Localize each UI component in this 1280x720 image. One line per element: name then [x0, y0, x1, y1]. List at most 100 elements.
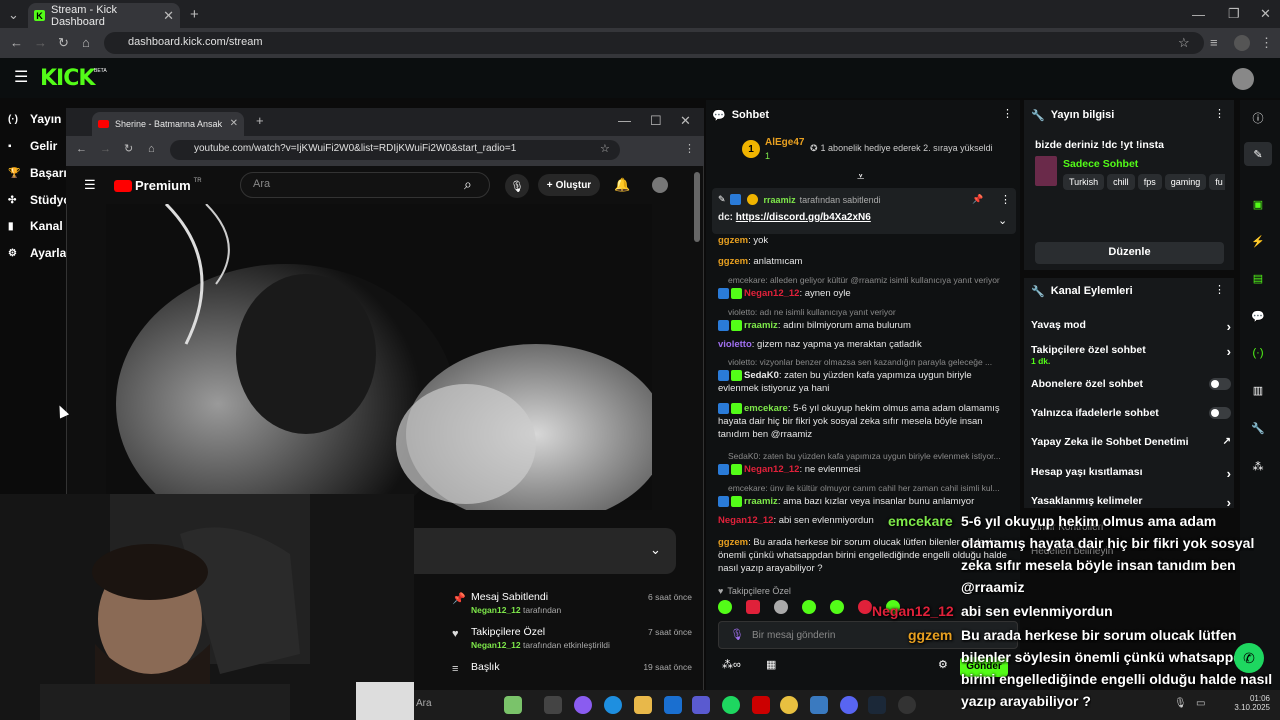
yt-maximize-icon[interactable]: ☐: [650, 114, 662, 127]
teams-icon[interactable]: [692, 696, 710, 714]
emote-picker-icon[interactable]: ⁂∞: [722, 660, 741, 671]
network-icon[interactable]: ▭: [1196, 698, 1205, 709]
pinned-by-user[interactable]: rraamiz: [764, 195, 796, 205]
nav-item-3[interactable]: ✣ Stüdyo: [8, 193, 71, 207]
yt-scrollbar[interactable]: [694, 172, 700, 242]
capture-icon[interactable]: ▣: [1244, 192, 1272, 216]
chat-username[interactable]: violetto: [718, 339, 752, 350]
chat-mic-icon[interactable]: 🎙: [730, 628, 744, 641]
chat-username[interactable]: ggzem: [718, 235, 748, 246]
browser-tab-kick[interactable]: K Stream - Kick Dashboard ✕: [28, 3, 180, 28]
copilot-icon[interactable]: [574, 696, 592, 714]
chat-username[interactable]: Negan12_12: [718, 515, 773, 526]
app-icon[interactable]: [810, 696, 828, 714]
yt-mic-icon[interactable]: 🎙: [505, 174, 529, 198]
emote-icon[interactable]: [746, 600, 760, 614]
top-user-name[interactable]: AlEge47: [765, 137, 804, 148]
chat-input[interactable]: Bir mesaj gönderin: [752, 630, 835, 641]
pinned-menu-icon[interactable]: ⋮: [1000, 195, 1011, 206]
emote-icon[interactable]: [802, 600, 816, 614]
channel-action-item[interactable]: Yavaş mod ›: [1031, 319, 1231, 341]
reload-icon[interactable]: ↻: [58, 36, 69, 49]
emote-icon[interactable]: [718, 600, 732, 614]
close-window-icon[interactable]: ✕: [1260, 7, 1271, 20]
emote-icon[interactable]: [858, 600, 872, 614]
chat-icon[interactable]: 💬: [1244, 304, 1272, 328]
chrome-icon[interactable]: [780, 696, 798, 714]
tag-chip[interactable]: Turkish: [1063, 174, 1105, 190]
yt-new-tab-icon[interactable]: +: [256, 114, 264, 127]
chat-username[interactable]: Negan12_12: [744, 464, 799, 475]
user-avatar[interactable]: [1232, 68, 1254, 90]
back-icon[interactable]: ←: [10, 36, 23, 49]
tag-chip[interactable]: gaming: [1164, 174, 1207, 190]
channel-action-item[interactable]: Takipçilere özel sohbet 1 dk. ›: [1031, 344, 1231, 366]
discord-icon[interactable]: [840, 696, 858, 714]
yt-guide-icon[interactable]: ☰: [84, 178, 96, 191]
tools-icon[interactable]: 🔧: [1244, 416, 1272, 440]
yt-video-player[interactable]: [106, 204, 652, 510]
forward-icon[interactable]: →: [34, 36, 47, 49]
spotify-icon[interactable]: [722, 696, 740, 714]
steam-icon[interactable]: [868, 696, 886, 714]
home-icon[interactable]: ⌂: [82, 36, 90, 49]
hamburger-menu-icon[interactable]: ☰: [14, 70, 28, 86]
channel-action-item[interactable]: Yalnızca ifadelerle sohbet: [1031, 407, 1231, 429]
stream-info-menu-icon[interactable]: ⋮: [1214, 109, 1225, 120]
toggle-switch[interactable]: [1209, 378, 1231, 390]
chat-settings-icon[interactable]: ⚙: [938, 660, 948, 671]
mic-tray-icon[interactable]: 🎙: [1174, 698, 1187, 709]
category-name[interactable]: Sadece Sohbet: [1063, 158, 1138, 170]
chat-username[interactable]: emcekare: [744, 403, 788, 414]
taskbar-search[interactable]: Ara: [416, 698, 432, 709]
yt-home-icon[interactable]: ⌂: [148, 144, 155, 155]
netflix-icon[interactable]: [752, 696, 770, 714]
tab-list-icon[interactable]: ⌄: [8, 8, 19, 21]
nav-item-4[interactable]: ▮ Kanal: [8, 219, 63, 233]
yt-expand-icon[interactable]: ⌄: [650, 543, 661, 556]
unpin-icon[interactable]: 📌: [972, 195, 983, 204]
yt-back-icon[interactable]: ←: [76, 144, 87, 155]
yt-close-tab-icon[interactable]: ✕: [230, 119, 238, 129]
yt-search-input[interactable]: Ara: [240, 172, 490, 198]
channel-action-item[interactable]: Abonelere özel sohbet: [1031, 378, 1231, 400]
yt-bookmark-icon[interactable]: ☆: [600, 144, 610, 155]
pencil-icon[interactable]: ✎: [1244, 142, 1272, 166]
new-tab-icon[interactable]: +: [190, 7, 199, 22]
kick-logo[interactable]: KICK: [40, 66, 95, 91]
activity-user[interactable]: Negan12_12: [471, 640, 521, 650]
collapse-icon[interactable]: ⩡: [857, 170, 864, 183]
chat-username[interactable]: rraamiz: [744, 320, 778, 331]
broadcast-icon[interactable]: (·): [1244, 341, 1272, 365]
reply-context[interactable]: violetto: adı ne isimli kullanıcıya yanı…: [718, 306, 1008, 319]
obs-icon[interactable]: [898, 696, 916, 714]
activity-user[interactable]: Negan12_12: [471, 605, 521, 615]
reply-context[interactable]: violetto: vizyonlar benzer olmazsa sen k…: [718, 356, 1008, 369]
yt-search-icon[interactable]: ⌕: [464, 177, 472, 191]
reply-context[interactable]: emcekare: ünv ile kültür olmuyor canım c…: [718, 482, 1008, 495]
yt-reload-icon[interactable]: ↻: [124, 144, 133, 155]
chat-username[interactable]: SedaK0: [744, 370, 779, 381]
media-controls-icon[interactable]: ≡: [1210, 36, 1218, 49]
browser-menu-icon[interactable]: ⋮: [1260, 36, 1273, 49]
chat-username[interactable]: rraamiz: [744, 496, 778, 507]
chat-username[interactable]: ggzem: [718, 537, 748, 548]
edit-button[interactable]: Düzenle: [1035, 242, 1224, 264]
nav-item-0[interactable]: (·) Yayın: [8, 112, 61, 126]
explorer-icon[interactable]: [634, 696, 652, 714]
yt-create-button[interactable]: + Oluştur: [538, 174, 600, 196]
info-icon[interactable]: ⓘ: [1244, 106, 1272, 130]
outlook-icon[interactable]: [664, 696, 682, 714]
channel-actions-menu-icon[interactable]: ⋮: [1214, 285, 1225, 296]
yt-url-field[interactable]: youtube.com/watch?v=IjKWuiFi2W0&list=RDI…: [170, 140, 620, 160]
yt-notifications-icon[interactable]: 🔔: [614, 178, 630, 191]
document-icon[interactable]: ▤: [1244, 266, 1272, 290]
bolt-icon[interactable]: ⚡: [1244, 229, 1272, 253]
store-icon[interactable]: ▦: [766, 660, 776, 671]
toggle-switch[interactable]: [1209, 407, 1231, 419]
yt-forward-icon[interactable]: →: [100, 144, 111, 155]
minimize-icon[interactable]: —: [1192, 8, 1205, 21]
shapes-icon[interactable]: ⁂: [1244, 454, 1272, 478]
tag-chip[interactable]: chill: [1107, 174, 1135, 190]
nav-item-5[interactable]: ⚙ Ayarlar: [8, 246, 71, 260]
